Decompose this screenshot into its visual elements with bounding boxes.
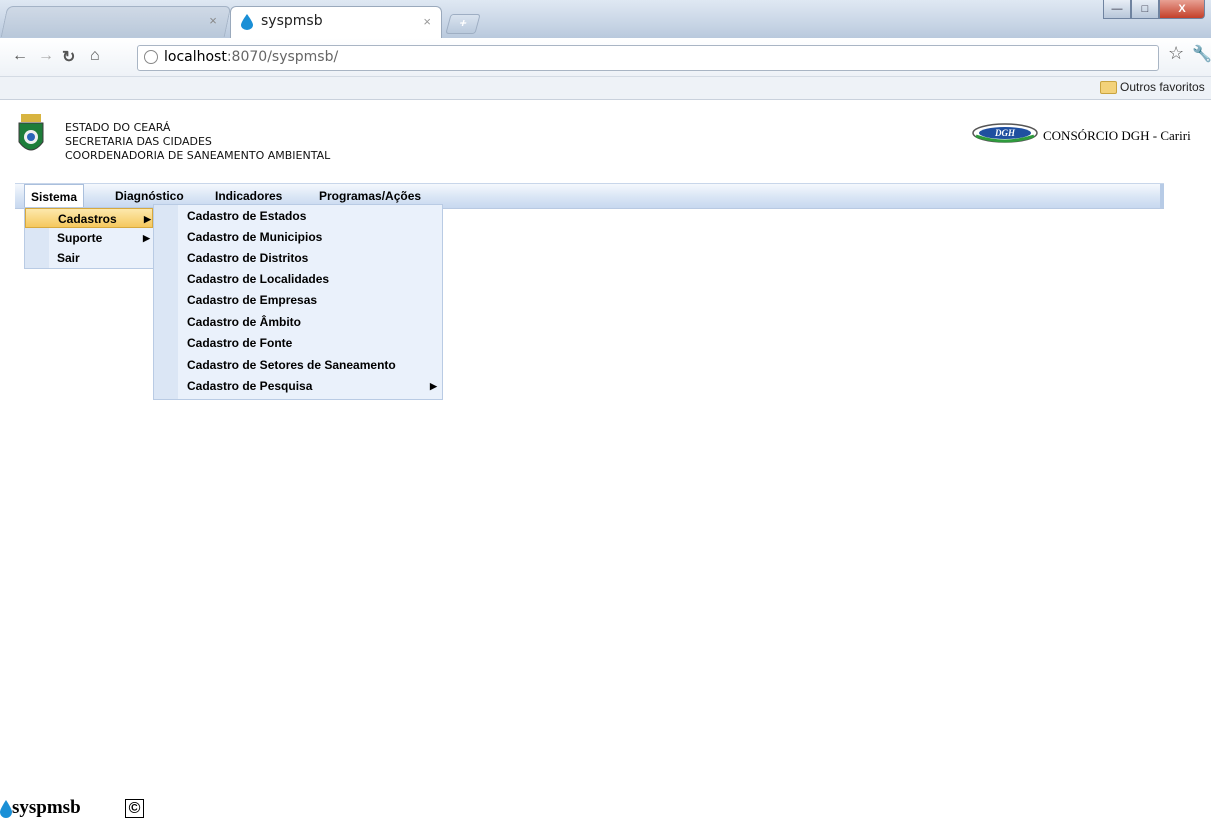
address-bar[interactable]: localhost:8070/syspmsb/ — [137, 45, 1159, 71]
app-name: syspmsb — [12, 797, 81, 818]
menu-item-sair[interactable]: Sair — [25, 248, 153, 268]
minimize-button[interactable]: — — [1103, 0, 1131, 19]
cadastros-submenu: Cadastro de Estados Cadastro de Municipi… — [153, 204, 443, 400]
menu-sistema[interactable]: Sistema — [24, 184, 85, 208]
sistema-dropdown: Cadastros ▶ Suporte ▶ Sair — [24, 207, 154, 269]
menubar-end — [1160, 184, 1164, 208]
menu-item-suporte[interactable]: Suporte ▶ — [25, 228, 153, 248]
wrench-icon[interactable]: 🔧 — [1192, 44, 1211, 64]
browser-tab-active[interactable]: syspmsb × — [230, 6, 442, 39]
menu-item-cadastro-ambito[interactable]: Cadastro de Âmbito — [187, 312, 437, 333]
maximize-button[interactable]: □ — [1131, 0, 1159, 19]
menu-item-cadastro-fonte[interactable]: Cadastro de Fonte — [187, 333, 437, 354]
window-controls: — □ X — [1103, 0, 1205, 20]
government-header: ESTADO DO CEARÁ SECRETARIA DAS CIDADES C… — [65, 121, 330, 163]
menu-item-label: Sair — [57, 251, 80, 265]
address-url: localhost:8070/syspmsb/ — [164, 49, 339, 65]
bookmark-folder-other[interactable]: Outros favoritos — [1120, 80, 1205, 94]
menu-item-cadastro-localidades[interactable]: Cadastro de Localidades — [187, 269, 437, 290]
menu-item-cadastros[interactable]: Cadastros ▶ — [25, 208, 153, 228]
browser-titlebar: × syspmsb × + — □ X — [0, 0, 1211, 39]
forward-arrow-icon[interactable]: → — [38, 47, 54, 65]
back-arrow-icon[interactable]: ← — [12, 47, 28, 65]
ceara-coat-of-arms-icon — [18, 114, 44, 151]
dgh-logo-text: DGH — [994, 128, 1016, 138]
tab-close-icon[interactable]: × — [210, 13, 218, 28]
submenu-arrow-icon: ▶ — [430, 381, 437, 391]
tab-title: syspmsb — [261, 13, 323, 29]
copyright-icon: © — [125, 799, 144, 818]
submenu-arrow-icon: ▶ — [144, 214, 151, 224]
browser-tab-inactive[interactable]: × — [0, 6, 232, 37]
menu-gutter — [154, 205, 178, 399]
gov-line-secretariat: SECRETARIA DAS CIDADES — [65, 135, 212, 148]
bookmark-star-icon[interactable]: ☆ — [1168, 43, 1184, 64]
partner-name: CONSÓRCIO DGH - Cariri — [1043, 128, 1191, 143]
water-drop-icon — [0, 800, 12, 818]
new-tab-button[interactable]: + — [445, 14, 481, 34]
menu-item-cadastro-setores[interactable]: Cadastro de Setores de Saneamento — [187, 355, 437, 376]
menu-item-cadastro-municipios[interactable]: Cadastro de Municipios — [187, 227, 437, 248]
menu-item-label: Cadastros — [58, 212, 117, 226]
gov-line-state: ESTADO DO CEARÁ — [65, 121, 171, 134]
tab-close-icon[interactable]: × — [423, 14, 431, 29]
menu-item-label: Suporte — [57, 231, 103, 245]
reload-icon[interactable]: ↻ — [62, 47, 75, 67]
menu-item-cadastro-empresas[interactable]: Cadastro de Empresas — [187, 290, 437, 311]
menu-item-cadastro-distritos[interactable]: Cadastro de Distritos — [187, 248, 437, 269]
water-drop-icon — [241, 14, 253, 30]
dgh-logo: DGH — [972, 123, 1038, 143]
home-icon[interactable]: ⌂ — [90, 47, 100, 65]
globe-icon — [144, 50, 158, 64]
menu-item-label: Cadastro de Pesquisa — [187, 379, 313, 393]
submenu-arrow-icon: ▶ — [143, 233, 150, 243]
folder-icon — [1100, 81, 1117, 94]
bookmarks-bar: Outros favoritos — [0, 77, 1211, 100]
menu-item-cadastro-estados[interactable]: Cadastro de Estados — [187, 206, 437, 227]
menu-item-cadastro-pesquisa[interactable]: Cadastro de Pesquisa ▶ — [187, 376, 437, 397]
gov-line-coordination: COORDENADORIA DE SANEAMENTO AMBIENTAL — [65, 149, 331, 162]
close-window-button[interactable]: X — [1159, 0, 1205, 19]
